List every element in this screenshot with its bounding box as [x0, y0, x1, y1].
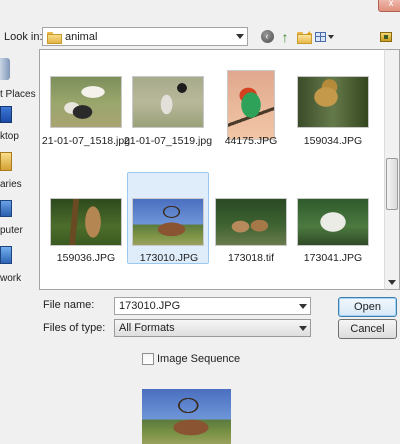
desktop-icon [0, 106, 12, 123]
image-sequence-label: Image Sequence [157, 353, 241, 365]
file-name: 173010.JPG [139, 252, 199, 264]
new-folder-button[interactable]: ✦ [295, 29, 313, 44]
file-tile[interactable]: 21-01-07_1518.jpg [42, 70, 130, 162]
file-name: 21-01-07_1519.jpg [123, 135, 213, 147]
image-preview [142, 389, 231, 444]
files-of-type-label: Files of type: [43, 322, 106, 334]
file-name-field[interactable]: 173010.JPG [114, 297, 311, 315]
view-menu-icon [314, 31, 326, 42]
up-folder-icon: ↑ [281, 28, 289, 45]
cancel-button[interactable]: Cancel [338, 319, 397, 339]
back-icon: ‹ [260, 30, 274, 43]
file-name: 173041.JPG [303, 252, 363, 264]
close-window-button[interactable]: x [378, 0, 400, 12]
up-folder-button[interactable]: ↑ [277, 28, 293, 45]
file-thumbnail [132, 76, 204, 128]
place-label: aries [0, 179, 22, 190]
places-bar: t Places ktop aries puter work [0, 50, 38, 290]
place-label: puter [0, 225, 23, 236]
file-name-value: 173010.JPG [119, 300, 181, 312]
file-tile[interactable]: 173041.JPG [292, 174, 374, 266]
files-of-type-value: All Formats [119, 322, 175, 334]
file-name: 21-01-07_1518.jpg [41, 135, 131, 147]
place-label: t Places [0, 89, 36, 100]
new-folder-icon: ✦ [296, 29, 313, 44]
recent-places-icon [0, 58, 10, 80]
desktop-icon [380, 31, 392, 42]
file-name: 159036.JPG [56, 252, 116, 264]
chevron-down-icon [388, 279, 396, 285]
file-tile[interactable]: 173018.tif [210, 174, 292, 266]
file-tile-selected[interactable]: 173010.JPG [127, 172, 209, 264]
file-thumbnail [132, 198, 204, 246]
files-of-type-select[interactable]: All Formats [114, 319, 311, 337]
chevron-down-icon [327, 34, 334, 39]
file-thumbnail [297, 198, 369, 246]
file-thumbnail [50, 198, 122, 246]
network-icon [0, 246, 12, 264]
file-name: 159034.JPG [303, 135, 363, 147]
look-in-value: animal [65, 30, 98, 43]
file-list[interactable]: 21-01-07_1518.jpg 21-01-07_1519.jpg 4417… [39, 49, 385, 290]
image-sequence-option[interactable]: Image Sequence [142, 353, 240, 365]
file-tile[interactable]: 159036.JPG [45, 174, 127, 266]
file-thumbnail [297, 76, 369, 128]
computer-icon [0, 200, 12, 217]
file-tile[interactable]: 44175.JPG [210, 70, 292, 162]
file-name: 173018.tif [227, 252, 275, 264]
image-sequence-checkbox[interactable] [142, 353, 154, 365]
libraries-icon [0, 152, 12, 171]
chevron-down-icon [299, 326, 307, 331]
desktop-shortcut-button[interactable] [378, 29, 394, 44]
view-menu-button[interactable] [313, 29, 335, 44]
place-label: ktop [0, 131, 19, 142]
file-thumbnail [227, 70, 275, 140]
back-button[interactable]: ‹ [259, 29, 275, 44]
scrollbar-thumb[interactable] [386, 158, 398, 210]
close-icon: x [388, 0, 394, 9]
folder-icon [47, 31, 62, 44]
chevron-down-icon[interactable] [236, 34, 244, 39]
file-tile[interactable]: 159034.JPG [292, 70, 374, 162]
scroll-down-button[interactable] [385, 275, 399, 289]
look-in-label: Look in: [4, 31, 43, 43]
open-button[interactable]: Open [338, 297, 397, 317]
look-in-dropdown[interactable]: animal [42, 27, 248, 46]
file-name-label: File name: [43, 299, 95, 311]
place-label: work [0, 273, 22, 284]
file-name: 44175.JPG [224, 135, 278, 147]
file-thumbnail [50, 76, 122, 128]
chevron-down-icon[interactable] [299, 304, 307, 309]
file-tile[interactable]: 21-01-07_1519.jpg [124, 70, 212, 162]
file-thumbnail [215, 198, 287, 246]
